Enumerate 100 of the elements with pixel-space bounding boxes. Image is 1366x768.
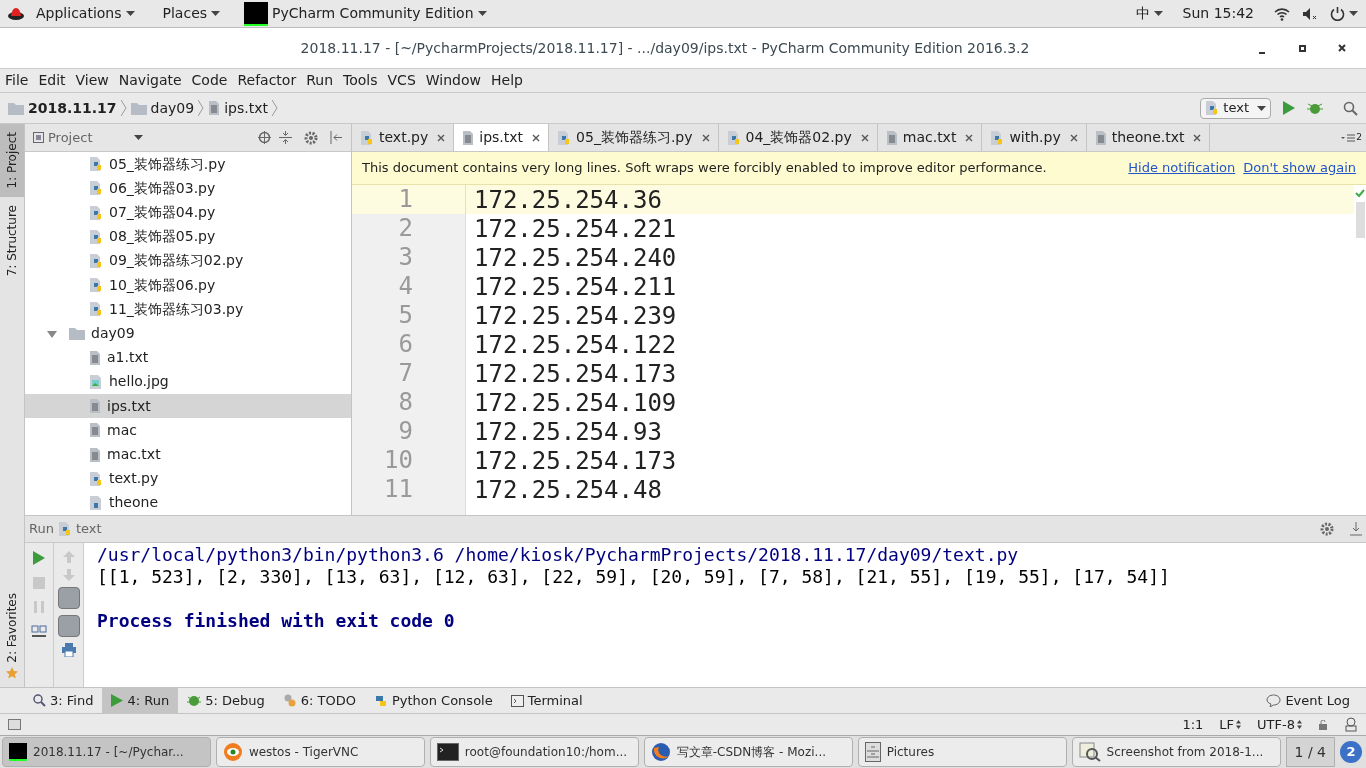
- taskbar-item[interactable]: Screenshot from 2018-1...: [1071, 737, 1281, 767]
- tree-item[interactable]: 11_装饰器练习03.py: [25, 297, 351, 322]
- breadcrumb-item[interactable]: 2018.11.17: [8, 97, 117, 119]
- soft-wrap-toggle[interactable]: [57, 587, 80, 609]
- tool-window-button[interactable]: 4: Run: [102, 688, 179, 713]
- tree-item[interactable]: a1.txt: [25, 345, 351, 370]
- side-tab[interactable]: 7: Structure: [0, 196, 24, 284]
- wifi-icon[interactable]: [1274, 6, 1290, 21]
- tool-window-button[interactable]: 6: TODO: [273, 688, 365, 713]
- side-tab[interactable]: 1: Project: [0, 124, 24, 197]
- gear-icon[interactable]: [304, 130, 318, 145]
- input-method-indicator[interactable]: 中: [1135, 3, 1163, 24]
- tree-item[interactable]: 08_装饰器05.py: [25, 224, 351, 249]
- run-config-dropdown[interactable]: text: [1200, 97, 1271, 119]
- caret-icon: [477, 11, 487, 16]
- breadcrumb-item[interactable]: ips.txt: [208, 97, 268, 119]
- gear-icon[interactable]: [1320, 522, 1334, 536]
- menu-item[interactable]: Window: [425, 70, 481, 91]
- taskbar-item[interactable]: 写文章-CSDN博客 - Mozi...: [643, 737, 853, 767]
- taskbar-item[interactable]: westos - TigerVNC: [215, 737, 425, 767]
- breadcrumb-item[interactable]: day09: [130, 97, 195, 119]
- power-icon[interactable]: [1330, 6, 1345, 21]
- tree-item[interactable]: mac.txt: [25, 442, 351, 467]
- top-menu[interactable]: Applications: [32, 3, 139, 24]
- status-toggle-icon[interactable]: [8, 719, 21, 730]
- tree-item[interactable]: 09_装饰器练习02.py: [25, 248, 351, 273]
- event-log-button[interactable]: Event Log: [1266, 688, 1366, 713]
- top-menu[interactable]: Places: [158, 3, 225, 24]
- play-icon[interactable]: [1283, 101, 1295, 115]
- editor-tab[interactable]: ips.txt: [454, 124, 550, 151]
- locate-icon[interactable]: [258, 131, 271, 144]
- close-icon[interactable]: [965, 133, 974, 142]
- menu-item[interactable]: Tools: [343, 70, 378, 91]
- tree-item[interactable]: day09: [25, 321, 351, 346]
- close-icon[interactable]: [532, 133, 541, 142]
- menu-item[interactable]: Code: [191, 70, 228, 91]
- tree-item[interactable]: 05_装饰器练习.py: [25, 152, 351, 177]
- collapse-icon[interactable]: [279, 131, 292, 144]
- scroll-to-end-toggle[interactable]: [57, 615, 80, 637]
- notification-link[interactable]: Hide notification: [1128, 158, 1236, 178]
- notification-link[interactable]: Don't show again: [1243, 158, 1356, 178]
- editor-tab[interactable]: 04_装饰器02.py: [718, 124, 878, 151]
- editor-tab[interactable]: with.py: [982, 124, 1087, 151]
- python-file-icon: [360, 129, 374, 146]
- search-icon[interactable]: [1343, 100, 1358, 116]
- taskbar-item[interactable]: root@foundation10:/hom...: [429, 737, 639, 767]
- menu-item[interactable]: Refactor: [237, 70, 297, 91]
- menu-item[interactable]: Run: [306, 70, 334, 91]
- tree-item[interactable]: theone: [25, 490, 351, 515]
- menu-item[interactable]: Navigate: [118, 70, 182, 91]
- close-icon[interactable]: [701, 133, 710, 142]
- play-icon[interactable]: [33, 551, 45, 565]
- menu-item[interactable]: Edit: [38, 70, 66, 91]
- tool-window-button[interactable]: Terminal: [501, 688, 592, 713]
- volume-muted-icon[interactable]: [1302, 6, 1318, 21]
- editor-tab[interactable]: mac.txt: [877, 124, 983, 151]
- layout-icon[interactable]: [31, 625, 47, 639]
- menu-item[interactable]: File: [5, 70, 29, 91]
- tree-item[interactable]: hello.jpg: [25, 369, 351, 395]
- workspace-switcher[interactable]: 1 / 4: [1285, 737, 1335, 767]
- hide-panel-icon[interactable]: [330, 131, 343, 144]
- hide-icon[interactable]: [1350, 522, 1362, 536]
- print-icon[interactable]: [61, 643, 76, 657]
- tree-item[interactable]: ips.txt: [25, 394, 351, 419]
- tree-item[interactable]: text.py: [25, 466, 351, 491]
- tabs-overflow-button[interactable]: 2: [1341, 130, 1366, 145]
- editor-tab[interactable]: theone.txt: [1086, 124, 1211, 151]
- line-separator[interactable]: LF: [1219, 714, 1242, 735]
- close-icon[interactable]: [1193, 133, 1202, 142]
- caret-position[interactable]: 1:1: [1182, 714, 1204, 735]
- image-file-icon: [89, 373, 103, 390]
- menu-item[interactable]: Help: [491, 70, 523, 91]
- taskbar-item[interactable]: Pictures: [857, 737, 1067, 767]
- side-tab[interactable]: 2: Favorites: [0, 585, 24, 687]
- clock[interactable]: Sun 15:42: [1182, 3, 1254, 24]
- tree-item[interactable]: 07_装饰器04.py: [25, 200, 351, 225]
- taskbar-item[interactable]: 2018.11.17 - [~/Pychar...: [2, 737, 211, 767]
- encoding[interactable]: UTF-8: [1257, 714, 1302, 735]
- tool-window-button[interactable]: 5: Debug: [178, 688, 274, 713]
- tool-window-button[interactable]: 3: Find: [24, 688, 103, 713]
- menu-item[interactable]: VCS: [387, 70, 416, 91]
- python-icon: [373, 693, 388, 708]
- close-icon[interactable]: [860, 133, 869, 142]
- lock-icon[interactable]: [1318, 719, 1328, 730]
- app-menu[interactable]: PyCharm Community Edition: [272, 3, 487, 24]
- close-icon[interactable]: [437, 133, 446, 142]
- tool-window-button[interactable]: Python Console: [364, 688, 502, 713]
- folder-icon: [8, 101, 24, 115]
- line-number: 8: [397, 388, 414, 417]
- tree-item[interactable]: mac: [25, 418, 351, 443]
- menu-item[interactable]: View: [75, 70, 109, 91]
- editor-tab[interactable]: 05_装饰器练习.py: [549, 124, 719, 151]
- tree-item[interactable]: 10_装饰器06.py: [25, 273, 351, 298]
- notification-badge[interactable]: 2: [1339, 741, 1362, 763]
- inspector-icon[interactable]: [1344, 717, 1358, 732]
- expand-arrow-icon[interactable]: [47, 328, 57, 339]
- scrollbar-thumb[interactable]: [1355, 202, 1365, 238]
- close-icon[interactable]: [1069, 133, 1078, 142]
- tree-item[interactable]: 06_装饰器03.py: [25, 176, 351, 201]
- console-line: /usr/local/python3/bin/python3.6 /home/kiosk/PycharmProjects/2018.11.17/day09/text.py: [97, 544, 1020, 566]
